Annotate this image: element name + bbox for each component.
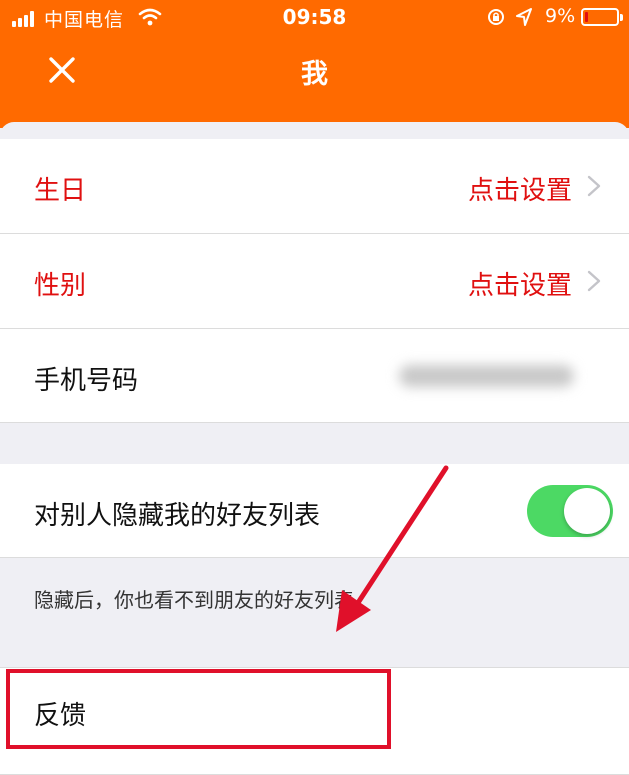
birthday-row[interactable]: 生日 点击设置 <box>0 139 629 234</box>
hide-friends-hint: 隐藏后，你也看不到朋友的好友列表 <box>34 588 354 612</box>
status-bar: 中国电信 09:58 9% <box>0 0 629 36</box>
gender-row[interactable]: 性别 点击设置 <box>0 234 629 329</box>
chevron-right-icon <box>587 175 601 197</box>
location-arrow-icon <box>516 8 532 26</box>
hide-friends-label: 对别人隐藏我的好友列表 <box>34 501 321 531</box>
orientation-lock-icon <box>488 9 504 25</box>
phone-row[interactable]: 手机号码 <box>0 329 629 423</box>
battery-icon <box>581 8 623 26</box>
birthday-value: 点击设置 <box>467 176 572 206</box>
feedback-row[interactable]: 反馈 <box>0 667 629 775</box>
phone-label: 手机号码 <box>34 366 139 396</box>
battery-percent: 9% <box>545 5 576 27</box>
battery-fill <box>585 12 588 22</box>
feedback-label: 反馈 <box>34 701 87 731</box>
gender-value: 点击设置 <box>467 271 572 301</box>
page-title: 我 <box>301 59 328 90</box>
toggle-knob <box>564 488 610 534</box>
settings-sheet: 生日 点击设置 性别 点击设置 手机号码 对别人隐藏我的好友列表 隐藏后，你也看… <box>0 122 629 775</box>
hide-friends-toggle[interactable] <box>527 485 613 537</box>
chevron-right-icon <box>587 270 601 292</box>
gender-label: 性别 <box>34 271 87 301</box>
status-time: 09:58 <box>282 5 347 29</box>
birthday-label: 生日 <box>34 176 87 206</box>
header-bar: 中国电信 09:58 9% 我 <box>0 0 629 128</box>
hide-friends-row: 对别人隐藏我的好友列表 <box>0 464 629 558</box>
redacted-phone-number <box>399 365 574 387</box>
